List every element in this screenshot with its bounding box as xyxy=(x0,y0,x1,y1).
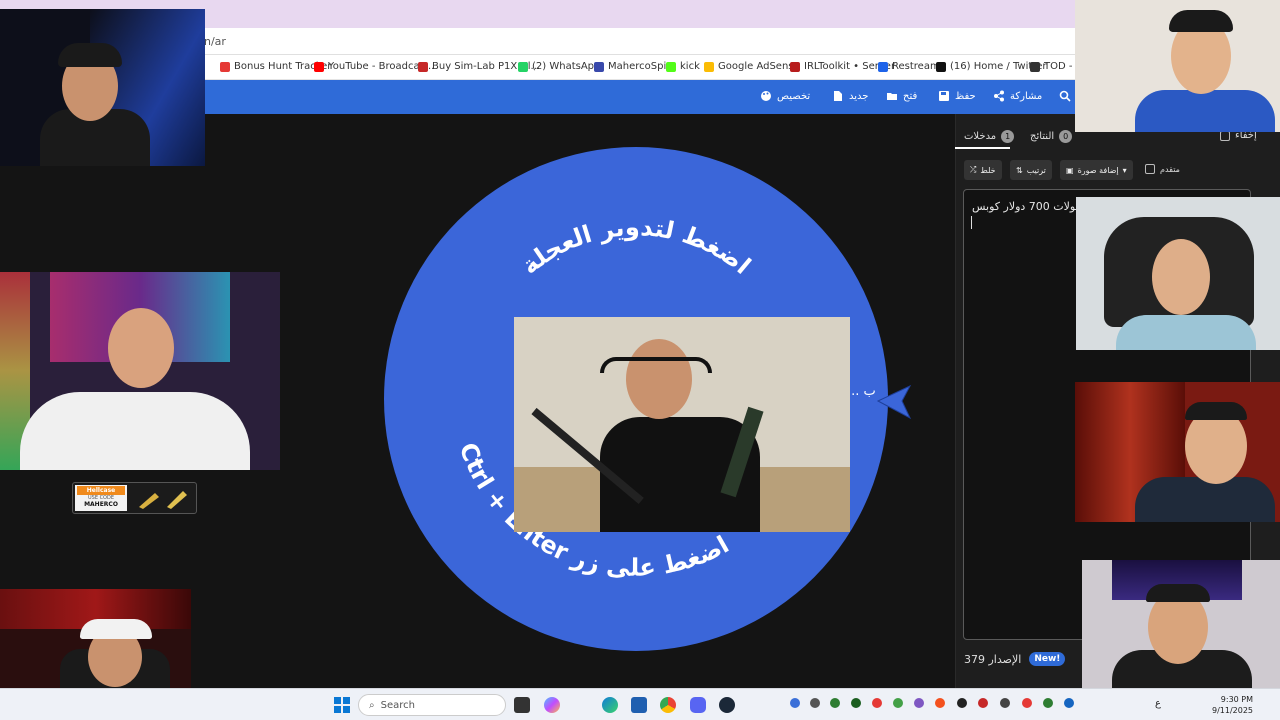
image-icon: ▣ xyxy=(1066,165,1074,175)
knife-icon xyxy=(139,491,187,509)
center-webcam xyxy=(514,317,850,532)
sponsor-logo: Hellcase USE CODE MAHERCO xyxy=(75,485,127,511)
webcam-bottom-left xyxy=(0,589,191,688)
search-icon: ⌕ xyxy=(369,699,375,711)
tray-icon-4[interactable] xyxy=(851,698,861,708)
chrome-icon[interactable] xyxy=(660,697,676,713)
tray-icon-1[interactable] xyxy=(790,698,800,708)
shuffle-icon: ⤮ xyxy=(970,165,977,174)
webcam-top-left xyxy=(0,9,205,166)
tray-icon-5[interactable] xyxy=(872,698,882,708)
webcam-right-3 xyxy=(1075,382,1280,522)
advanced-label: متقدم xyxy=(1160,164,1180,174)
entry-line: بطولات 700 دولار كوبس xyxy=(972,200,1088,213)
edge-icon[interactable] xyxy=(602,697,618,713)
tray-icon-6[interactable] xyxy=(893,698,903,708)
steam-icon[interactable] xyxy=(719,697,735,713)
tray-icon-14[interactable] xyxy=(1064,698,1074,708)
advanced-toggle[interactable]: متقدم xyxy=(1145,164,1180,174)
sponsor-code: MAHERCO xyxy=(84,501,118,508)
active-tab-indicator xyxy=(955,147,1010,149)
taskbar-search-placeholder: Search xyxy=(380,699,415,711)
system-clock[interactable]: 9:30 PM 9/11/2025 xyxy=(1212,694,1253,716)
webcam-bottom-right xyxy=(1082,560,1280,696)
start-icon[interactable] xyxy=(334,697,350,713)
clock-date: 9/11/2025 xyxy=(1212,706,1254,715)
tray-icon-11[interactable] xyxy=(1000,698,1010,708)
task-view-icon[interactable] xyxy=(514,697,530,713)
clock-time: 9:30 PM xyxy=(1220,695,1254,704)
webcam-mid-left xyxy=(0,272,280,470)
taskbar-search[interactable]: ⌕ Search xyxy=(358,694,506,716)
webcam-top-right xyxy=(1075,0,1280,132)
text-caret xyxy=(971,216,972,229)
wheel-pointer-icon xyxy=(876,384,912,420)
tab-entries[interactable]: مدخلات 1 xyxy=(964,130,1015,143)
tab-results[interactable]: النتائج 0 xyxy=(1030,130,1073,143)
tray-icon-9[interactable] xyxy=(957,698,967,708)
chevron-down-icon: ▾ xyxy=(1122,165,1127,175)
discord-icon[interactable] xyxy=(690,697,706,713)
language-indicator[interactable]: ع xyxy=(1155,698,1161,709)
taskbar: ⌕ Search ع 9:30 PM 9/11/2025 xyxy=(0,688,1280,720)
screen: n/ar Bonus Hunt Tracker YouTube - Broadca… xyxy=(0,0,1280,720)
wheel-top-text: اضغط لتدوير العجلة xyxy=(516,213,756,280)
webcam-right-2 xyxy=(1076,197,1280,350)
shuffle-button[interactable]: ⤮ خلط xyxy=(964,160,1002,180)
copilot-icon[interactable] xyxy=(544,697,560,713)
entries-tab-label: مدخلات xyxy=(964,131,997,142)
tray-icon-7[interactable] xyxy=(914,698,924,708)
sponsor-brand: Hellcase xyxy=(77,486,125,495)
sponsor-banner: Hellcase USE CODE MAHERCO xyxy=(72,482,197,514)
sort-icon: ⇅ xyxy=(1016,165,1023,175)
sort-button[interactable]: ⇅ ترتيب xyxy=(1010,160,1052,180)
new-badge[interactable]: New! xyxy=(1029,652,1066,666)
tray-icon-12[interactable] xyxy=(1022,698,1032,708)
results-count-badge: 0 xyxy=(1059,130,1073,143)
hide-checkbox[interactable] xyxy=(1220,130,1230,141)
add-image-dropdown[interactable]: ▣ إضافة صورة ▾ xyxy=(1060,160,1133,180)
shuffle-label: خلط xyxy=(980,165,996,175)
version-label: الإصدار 379 xyxy=(964,652,1022,666)
store-icon[interactable] xyxy=(631,697,647,713)
advanced-checkbox[interactable] xyxy=(1145,164,1155,174)
tray-icon-10[interactable] xyxy=(978,698,988,708)
sort-label: ترتيب xyxy=(1026,165,1046,175)
entries-count-badge: 1 xyxy=(1001,130,1015,143)
tray-icon-13[interactable] xyxy=(1043,698,1053,708)
add-image-label: إضافة صورة xyxy=(1077,165,1119,175)
results-tab-label: النتائج xyxy=(1030,131,1055,142)
version-info: الإصدار 379 New! xyxy=(964,652,1066,666)
tray-icon-8[interactable] xyxy=(935,698,945,708)
tray-icon-3[interactable] xyxy=(830,698,840,708)
tray-icon-2[interactable] xyxy=(810,698,820,708)
wheel-entry-label: ... ب xyxy=(847,384,876,399)
